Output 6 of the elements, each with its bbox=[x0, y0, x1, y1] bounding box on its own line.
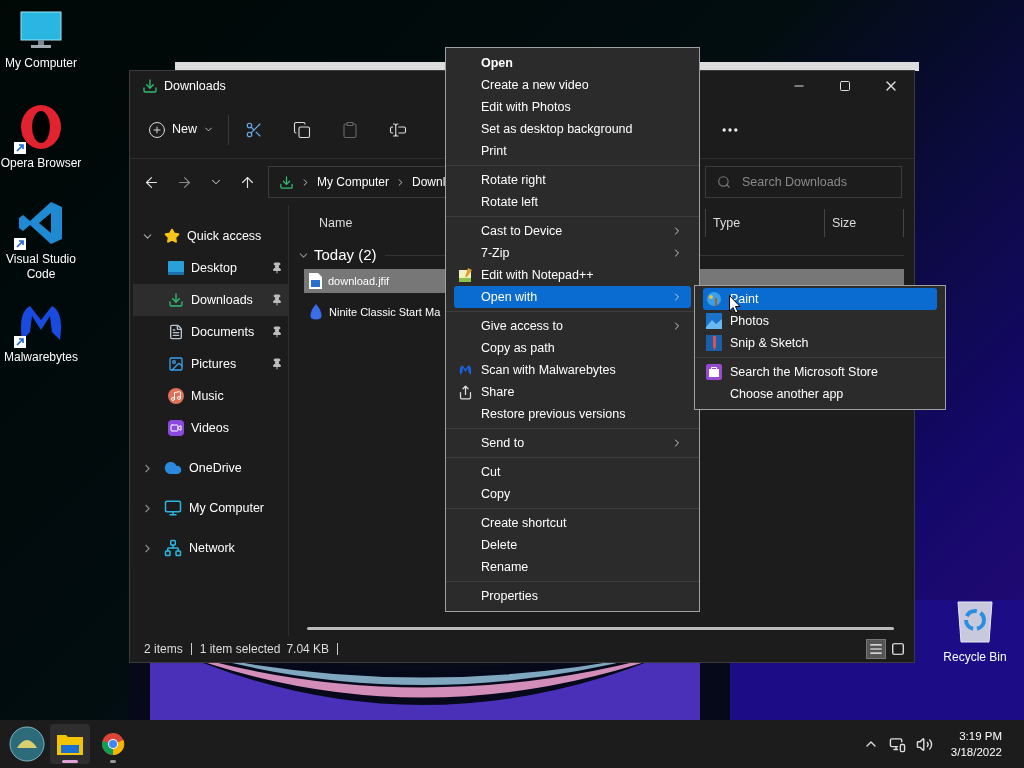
file-name: Ninite Classic Start Ma bbox=[329, 304, 441, 320]
file-name: download.jfif bbox=[328, 273, 390, 289]
selection-size: 7.04 KB bbox=[286, 641, 330, 658]
item-count: 2 items bbox=[144, 641, 183, 658]
selection-info: 1 item selected bbox=[199, 641, 281, 658]
window-title: Downloads bbox=[164, 77, 226, 95]
